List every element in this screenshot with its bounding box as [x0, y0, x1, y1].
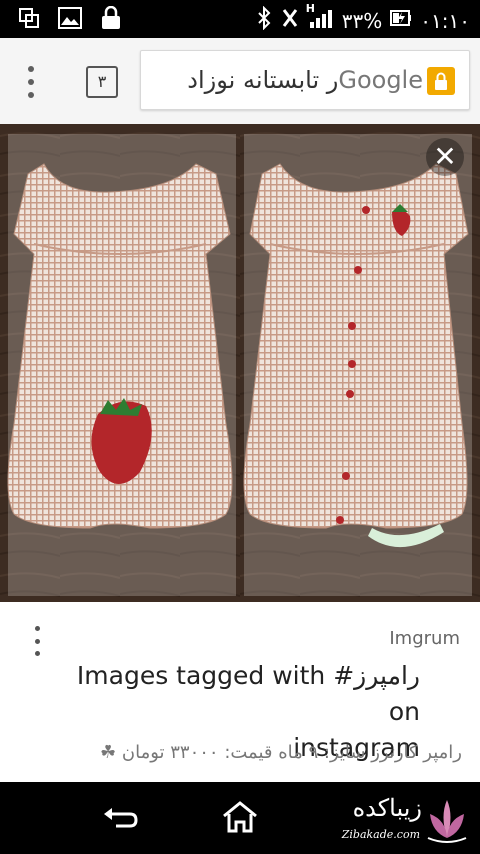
- tab-switcher-button[interactable]: ۳: [86, 66, 118, 98]
- url-text: ر تابستانه نوزادGoogle: [153, 66, 423, 94]
- navigation-bar: زیباکده Zibakade.com: [0, 782, 480, 854]
- back-icon[interactable]: [100, 802, 140, 832]
- gallery-icon: [58, 7, 82, 33]
- lotus-icon: [427, 800, 467, 843]
- result-info-card[interactable]: Imgrum Images tagged with #رامپرز on ins…: [0, 602, 480, 782]
- result-title-line1: Images tagged with #رامپرز on: [76, 661, 420, 726]
- secure-lock-icon[interactable]: [427, 67, 455, 95]
- more-options-icon[interactable]: [32, 626, 42, 656]
- browser-toolbar: ۳ ر تابستانه نوزادGoogle: [0, 38, 480, 125]
- screenshot-icon: [18, 7, 40, 33]
- result-description: رامپر کارترز سایز: ۹ ماه قیمت: ۳۳۰۰۰ توم…: [100, 742, 462, 763]
- signal-icon: H: [306, 2, 334, 35]
- watermark-persian: زیباکده: [352, 794, 422, 822]
- battery-charging-icon: [390, 8, 412, 33]
- clock: ۰۱:۱۰: [420, 8, 470, 33]
- result-description-text: رامپر کارترز سایز: ۹ ماه قیمت: ۳۳۰۰۰ توم…: [121, 742, 462, 763]
- watermark-english: Zibakade.com: [341, 828, 420, 841]
- watermark-logo: زیباکده Zibakade.com: [324, 790, 470, 850]
- close-preview-button[interactable]: ✕: [426, 138, 464, 176]
- status-bar: H ۳۳% ۰۱:۱۰: [0, 0, 480, 38]
- lock-icon: [100, 5, 122, 34]
- url-host: Google: [338, 66, 423, 94]
- no-sim-icon: [280, 6, 300, 35]
- home-icon[interactable]: [220, 800, 260, 834]
- battery-percent: ۳۳%: [341, 8, 383, 33]
- url-query: ر تابستانه نوزاد: [187, 66, 339, 94]
- image-preview[interactable]: ✕: [0, 124, 480, 602]
- romper-photo: [0, 124, 480, 602]
- browser-menu-icon[interactable]: [26, 66, 36, 98]
- network-type-label: H: [305, 2, 315, 15]
- source-site: Imgrum: [389, 628, 460, 649]
- bluetooth-icon: [256, 5, 272, 35]
- clover-icon: ☘: [100, 742, 117, 763]
- address-bar[interactable]: ر تابستانه نوزادGoogle: [140, 50, 470, 110]
